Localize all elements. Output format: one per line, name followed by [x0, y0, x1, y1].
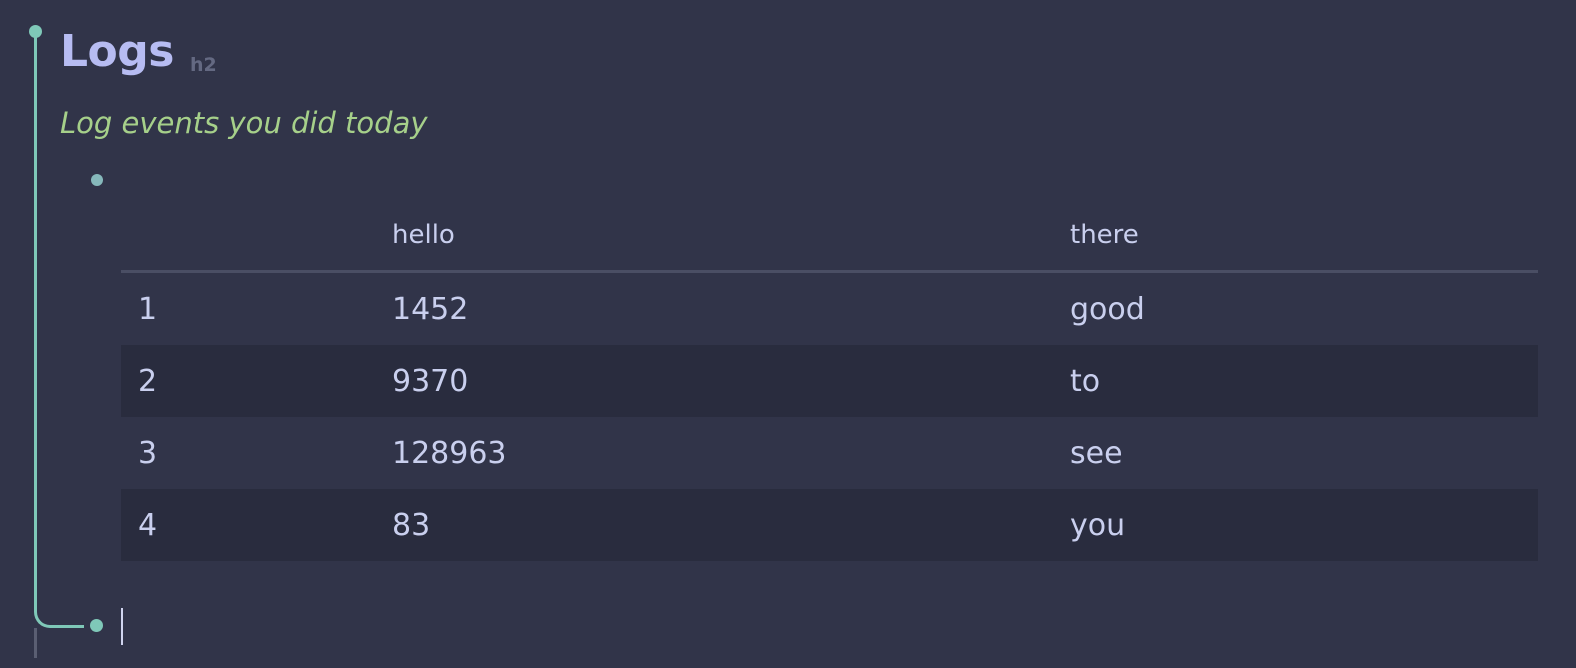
outline-guide-curve — [34, 600, 84, 628]
block-bullet-heading[interactable] — [29, 25, 42, 38]
block-bullet-table[interactable] — [91, 174, 103, 186]
table-header-there: there — [1070, 200, 1538, 273]
outline-guide-tail — [34, 628, 37, 658]
table-cell-there[interactable]: to — [1070, 345, 1538, 417]
table-header-index — [121, 200, 392, 273]
subtitle-text[interactable]: Log events you did today — [60, 106, 428, 140]
table-cell-there[interactable]: good — [1070, 272, 1538, 346]
table-cell-hello[interactable]: 83 — [392, 489, 1070, 561]
log-table[interactable]: hello there 1 1452 good 2 9370 to 3 1289… — [121, 200, 1538, 561]
table-header-hello: hello — [392, 200, 1070, 273]
table-cell-index: 2 — [121, 345, 392, 417]
table-row[interactable]: 2 9370 to — [121, 345, 1538, 417]
table-row[interactable]: 1 1452 good — [121, 272, 1538, 346]
table-cell-index: 3 — [138, 435, 158, 471]
table-row[interactable]: 3 128963 see — [121, 417, 1538, 489]
text-cursor — [121, 608, 123, 645]
page-heading[interactable]: Logs — [60, 24, 174, 80]
heading-block[interactable]: Logs h2 — [60, 24, 217, 80]
outline-guide-line — [34, 32, 37, 612]
table-row[interactable]: 4 83 you — [121, 489, 1538, 561]
editor-canvas[interactable]: Logs h2 Log events you did today hello t… — [0, 0, 1576, 668]
table-cell-there[interactable]: see — [1070, 417, 1538, 489]
table-cell-index: 1 — [138, 291, 158, 327]
table-cell-there[interactable]: you — [1070, 489, 1538, 561]
table-cell-hello[interactable]: 128963 — [392, 417, 1070, 489]
heading-level-tag: h2 — [189, 54, 217, 76]
table-cell-hello[interactable]: 9370 — [392, 345, 1070, 417]
table-cell-hello[interactable]: 1452 — [392, 272, 1070, 346]
table-header-row: hello there — [121, 200, 1538, 273]
table-cell-index: 4 — [121, 489, 392, 561]
block-bullet-empty[interactable] — [90, 619, 103, 632]
